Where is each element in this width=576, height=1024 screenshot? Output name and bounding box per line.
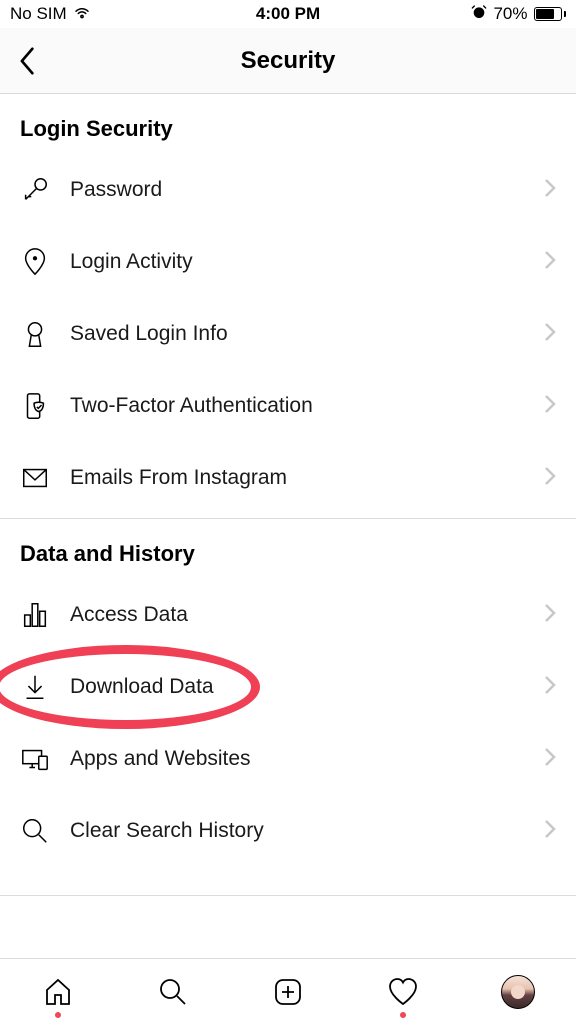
- status-left: No SIM: [10, 4, 91, 24]
- mail-icon: [20, 463, 60, 493]
- clock-time: 4:00 PM: [256, 4, 320, 24]
- tab-new-post[interactable]: [264, 968, 312, 1016]
- list-item-two-factor-authentication[interactable]: Two-Factor Authentication: [0, 370, 576, 442]
- list-item-apps-and-websites[interactable]: Apps and Websites: [0, 723, 576, 795]
- item-label: Saved Login Info: [60, 322, 544, 346]
- heart-icon: [387, 976, 419, 1008]
- chevron-right-icon: [544, 250, 556, 275]
- key-icon: [20, 175, 60, 205]
- section-header-login-security: Login Security: [0, 94, 576, 154]
- nav-header: Security: [0, 28, 576, 94]
- battery-icon: [534, 7, 567, 21]
- back-button[interactable]: [8, 41, 48, 81]
- chevron-right-icon: [544, 747, 556, 772]
- item-label: Clear Search History: [60, 819, 544, 843]
- search-icon: [157, 976, 189, 1008]
- item-label: Access Data: [60, 603, 544, 627]
- list-item-clear-search-history[interactable]: Clear Search History: [0, 795, 576, 867]
- notification-dot: [55, 1012, 61, 1018]
- bar-chart-icon: [20, 600, 60, 630]
- tab-home[interactable]: [34, 968, 82, 1016]
- keyhole-icon: [20, 319, 60, 349]
- alarm-icon: [471, 4, 487, 25]
- tab-activity[interactable]: [379, 968, 427, 1016]
- tab-search[interactable]: [149, 968, 197, 1016]
- item-label: Download Data: [60, 675, 544, 699]
- settings-content: Login Security Password Login Activity S…: [0, 94, 576, 958]
- item-label: Two-Factor Authentication: [60, 394, 544, 418]
- item-label: Apps and Websites: [60, 747, 544, 771]
- home-icon: [42, 976, 74, 1008]
- status-bar: No SIM 4:00 PM 70%: [0, 0, 576, 28]
- chevron-right-icon: [544, 819, 556, 844]
- magnifying-glass-icon: [20, 816, 60, 846]
- list-item-saved-login-info[interactable]: Saved Login Info: [0, 298, 576, 370]
- chevron-right-icon: [544, 178, 556, 203]
- notification-dot: [400, 1012, 406, 1018]
- chevron-left-icon: [19, 47, 37, 75]
- plus-square-icon: [272, 976, 304, 1008]
- battery-percentage: 70%: [493, 4, 527, 24]
- chevron-right-icon: [544, 675, 556, 700]
- location-pin-icon: [20, 247, 60, 277]
- chevron-right-icon: [544, 603, 556, 628]
- phone-shield-icon: [20, 391, 60, 421]
- chevron-right-icon: [544, 322, 556, 347]
- devices-icon: [20, 744, 60, 774]
- tab-profile[interactable]: [494, 968, 542, 1016]
- list-item-emails-from-instagram[interactable]: Emails From Instagram: [0, 442, 576, 514]
- list-item-download-data[interactable]: Download Data: [0, 651, 576, 723]
- section-header-data-history: Data and History: [0, 519, 576, 579]
- list-item-access-data[interactable]: Access Data: [0, 579, 576, 651]
- wifi-icon: [73, 4, 91, 24]
- chevron-right-icon: [544, 466, 556, 491]
- status-right: 70%: [471, 4, 566, 25]
- section-divider: [0, 895, 576, 896]
- carrier-text: No SIM: [10, 4, 67, 24]
- item-label: Emails From Instagram: [60, 466, 544, 490]
- avatar: [501, 975, 535, 1009]
- list-item-password[interactable]: Password: [0, 154, 576, 226]
- page-title: Security: [241, 47, 336, 75]
- item-label: Password: [60, 178, 544, 202]
- chevron-right-icon: [544, 394, 556, 419]
- list-item-login-activity[interactable]: Login Activity: [0, 226, 576, 298]
- download-icon: [20, 672, 60, 702]
- tab-bar: [0, 958, 576, 1024]
- item-label: Login Activity: [60, 250, 544, 274]
